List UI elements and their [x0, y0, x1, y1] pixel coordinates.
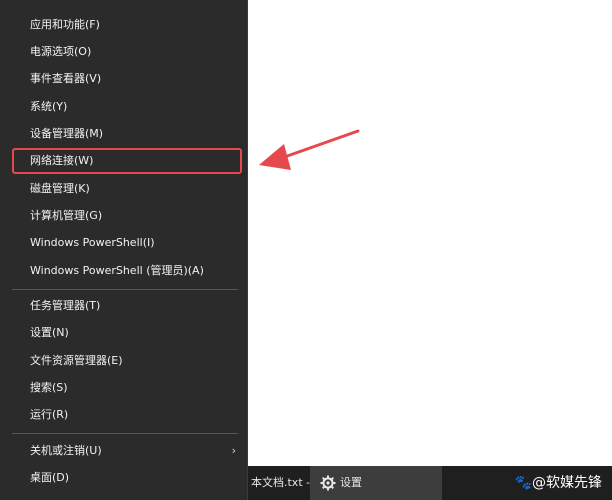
- gear-icon: [320, 475, 336, 491]
- annotation-arrow-icon: [259, 129, 360, 170]
- taskbar-settings-label: 设置: [340, 476, 362, 489]
- taskbar-settings-button[interactable]: 设置: [310, 466, 442, 500]
- watermark-text: 🐾@软媒先锋: [514, 475, 602, 491]
- taskbar-notepad-button[interactable]: 本文档.txt -...: [248, 466, 310, 500]
